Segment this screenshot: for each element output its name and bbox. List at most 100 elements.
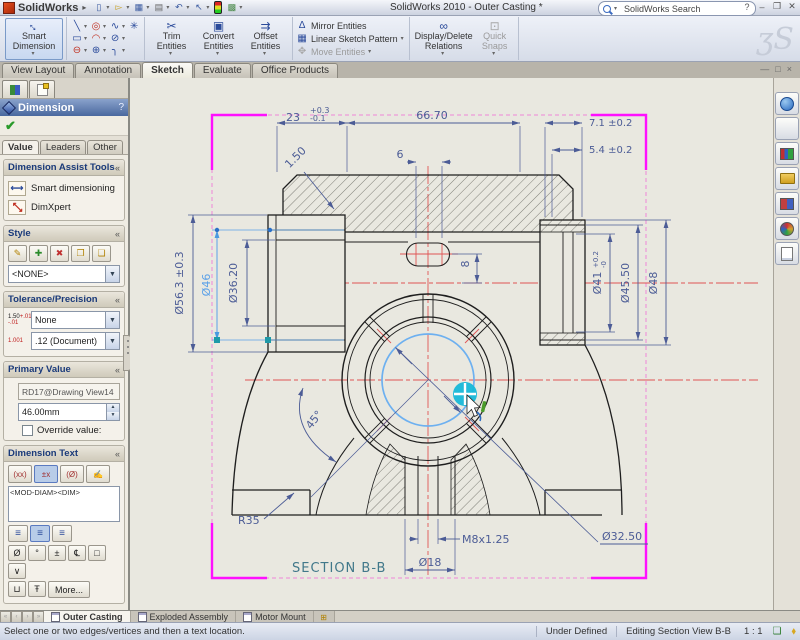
- center-text-button[interactable]: ±x: [34, 465, 58, 483]
- style-load-button[interactable]: ❏: [92, 245, 111, 262]
- more-symbols-dropdown[interactable]: ∨: [8, 563, 26, 579]
- fillet-tool-icon[interactable]: ╮: [108, 45, 122, 56]
- parenthesis-button[interactable]: (xx): [8, 465, 32, 483]
- counterbore-symbol-button[interactable]: ⊔: [8, 581, 26, 597]
- dimension-handle[interactable]: [265, 337, 271, 343]
- property-manager-tab[interactable]: [29, 80, 55, 98]
- spinner-arrows[interactable]: ▲▼: [106, 404, 119, 420]
- override-value-row[interactable]: Override value:: [22, 425, 120, 436]
- style-dropdown[interactable]: <NONE>▼: [8, 265, 120, 283]
- custom-properties-button[interactable]: [775, 242, 799, 265]
- rebuild-icon[interactable]: [214, 1, 222, 14]
- feature-manager-tab[interactable]: [2, 80, 28, 98]
- search-input[interactable]: [622, 3, 736, 15]
- solidworks-resources-button[interactable]: [775, 92, 799, 115]
- ok-button[interactable]: ✔: [5, 118, 16, 134]
- offset-entities-button[interactable]: ⇉ Offset Entities▾: [242, 20, 289, 58]
- plusminus-symbol-button[interactable]: ±: [48, 545, 66, 561]
- spline-tool-icon[interactable]: ∿: [108, 21, 122, 32]
- align-center-button[interactable]: ≡: [30, 525, 50, 542]
- print-icon[interactable]: ▤: [152, 2, 165, 13]
- trim-entities-button[interactable]: ✂ Trim Entities▾: [148, 20, 195, 58]
- dimension-text-box[interactable]: <MOD-DIAM><DIM>: [8, 486, 120, 522]
- degree-symbol-button[interactable]: °: [28, 545, 46, 561]
- view-palette-button[interactable]: [775, 192, 799, 215]
- quick-tips-icon[interactable]: ❏: [773, 626, 782, 637]
- line-tool-icon[interactable]: ╲: [70, 21, 84, 32]
- minimize-button[interactable]: –: [756, 2, 768, 12]
- tolerance-type-dropdown[interactable]: None▼: [31, 311, 120, 329]
- display-delete-relations-button[interactable]: ∞ Display/Delete Relations▾: [413, 20, 475, 58]
- precision-dropdown[interactable]: .12 (Document)▼: [31, 332, 120, 350]
- collapse-icon[interactable]: «: [115, 163, 120, 173]
- dimension-name-field[interactable]: RD17@Drawing View14: [18, 383, 120, 400]
- search-dropdown-icon[interactable]: ▾: [614, 5, 617, 12]
- options-icon[interactable]: ▩: [225, 2, 238, 13]
- linear-sketch-pattern-button[interactable]: ▦ Linear Sketch Pattern▾: [296, 32, 406, 45]
- left-boss-section[interactable]: [268, 215, 345, 352]
- new-file-icon[interactable]: ▯: [92, 2, 105, 13]
- depth-symbol-button[interactable]: Ŧ: [28, 581, 46, 597]
- select-icon[interactable]: ↖: [192, 2, 205, 13]
- doc-restore-button[interactable]: □: [775, 64, 780, 74]
- dimension-handle[interactable]: [268, 228, 272, 232]
- restore-button[interactable]: ❐: [771, 1, 783, 12]
- dimension-handle[interactable]: [214, 337, 220, 343]
- square-symbol-button[interactable]: □: [88, 545, 106, 561]
- tab-sketch[interactable]: Sketch: [142, 62, 193, 78]
- style-apply-default-button[interactable]: ✎: [8, 245, 27, 262]
- tab-other[interactable]: Other: [87, 140, 123, 154]
- part-geometry[interactable]: [232, 175, 622, 515]
- panel-help-icon[interactable]: ?: [118, 102, 124, 113]
- home-button[interactable]: [775, 117, 799, 140]
- tab-value[interactable]: Value: [2, 140, 39, 154]
- style-save-button[interactable]: ❐: [71, 245, 90, 262]
- tag-icon[interactable]: ⬧: [792, 626, 797, 637]
- dimension-value-spinner[interactable]: 46.00mm ▲▼: [18, 403, 120, 421]
- doc-minimize-button[interactable]: —: [760, 64, 769, 74]
- more-symbols-button[interactable]: More...: [48, 581, 90, 598]
- save-icon[interactable]: ▦: [132, 2, 145, 13]
- open-file-icon[interactable]: ▻: [112, 2, 125, 13]
- override-checkbox[interactable]: [22, 425, 33, 436]
- doc-close-button[interactable]: ×: [787, 64, 792, 74]
- search-box[interactable]: ▾: [598, 1, 756, 16]
- tab-office-products[interactable]: Office Products: [252, 63, 338, 78]
- dimxpert-option[interactable]: ⟷ DimXpert: [8, 198, 120, 217]
- arc-tool-icon[interactable]: ◠: [89, 33, 103, 44]
- tab-annotation[interactable]: Annotation: [75, 63, 141, 78]
- style-add-button[interactable]: ✚: [29, 245, 48, 262]
- tab-view-layout[interactable]: View Layout: [2, 63, 74, 78]
- convert-entities-button[interactable]: ▣ Convert Entities▾: [195, 20, 242, 58]
- rectangle-tool-icon[interactable]: ▭: [70, 33, 84, 44]
- style-delete-button[interactable]: ✖: [50, 245, 69, 262]
- slot-tool-icon[interactable]: ⊖: [70, 45, 84, 56]
- align-left-button[interactable]: ≡: [8, 525, 28, 542]
- appearances-button[interactable]: [775, 217, 799, 240]
- align-right-button[interactable]: ≡: [52, 525, 72, 542]
- inspection-dimension-button[interactable]: (Ø): [60, 465, 84, 483]
- file-explorer-button[interactable]: [775, 167, 799, 190]
- tab-evaluate[interactable]: Evaluate: [194, 63, 251, 78]
- smart-dimension-button[interactable]: ↔ Smart Dimension ▾: [5, 18, 63, 60]
- offset-text-button[interactable]: ✍: [86, 465, 110, 483]
- centerline-symbol-button[interactable]: ℄: [68, 545, 86, 561]
- mirror-entities-button[interactable]: Δ Mirror Entities: [296, 19, 406, 32]
- tab-leaders[interactable]: Leaders: [40, 140, 86, 154]
- drawing-canvas[interactable]: 23 +0.3 -0.1 66.70 7.1 ±0.2 5.4 ±0.2 1.5…: [130, 78, 773, 610]
- centerpoint-tool-icon[interactable]: ⊕: [89, 45, 103, 56]
- diameter-symbol-button[interactable]: Ø: [8, 545, 26, 561]
- smart-dimensioning-option[interactable]: ⟷ Smart dimensioning: [8, 179, 120, 198]
- close-button[interactable]: ✕: [786, 1, 798, 12]
- circle-tool-icon[interactable]: ◎: [89, 21, 103, 32]
- help-button[interactable]: ?: [741, 2, 753, 12]
- quick-snaps-button: ⊡ Quick Snaps▾: [475, 20, 515, 58]
- sketch-entities-grid: ╲▾ ◎▾ ∿▾ ✳ ▭▾ ◠▾ ⊘▾ ⊖▾ ⊕▾ ╮▾: [70, 21, 141, 56]
- dimension-handle[interactable]: [215, 228, 219, 232]
- design-library-button[interactable]: [775, 142, 799, 165]
- right-boss-section[interactable]: [540, 220, 585, 345]
- menu-expand-icon[interactable]: ▸: [82, 3, 86, 12]
- undo-icon[interactable]: ↶: [172, 2, 185, 13]
- ellipse-tool-icon[interactable]: ⊘: [108, 33, 122, 44]
- point-tool-icon[interactable]: ✳: [127, 21, 141, 32]
